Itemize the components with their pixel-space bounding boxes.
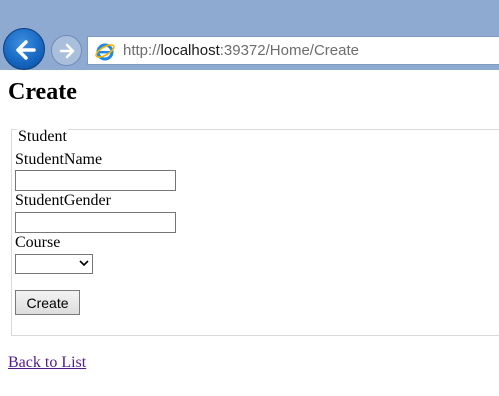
page-title: Create <box>8 79 77 105</box>
course-label: Course <box>15 234 61 251</box>
student-name-label: StudentName <box>15 151 103 168</box>
chevron-down-icon <box>79 260 89 267</box>
browser-toolbar: http://localhost:39372/Home/Create <box>0 0 499 70</box>
internet-explorer-icon <box>95 43 115 61</box>
back-button[interactable] <box>3 28 45 70</box>
back-to-list-link[interactable]: Back to List <box>8 354 86 372</box>
back-arrow-icon <box>16 40 36 60</box>
fieldset-legend: Student <box>17 128 68 146</box>
forward-arrow-icon <box>59 43 75 59</box>
address-bar[interactable]: http://localhost:39372/Home/Create <box>87 36 499 65</box>
url-text: http://localhost:39372/Home/Create <box>123 42 359 59</box>
student-name-input[interactable] <box>15 170 176 191</box>
student-gender-input[interactable] <box>15 212 176 233</box>
student-gender-label: StudentGender <box>15 192 111 209</box>
forward-button[interactable] <box>51 35 82 66</box>
create-button[interactable]: Create <box>15 290 80 315</box>
course-select[interactable] <box>15 254 93 274</box>
